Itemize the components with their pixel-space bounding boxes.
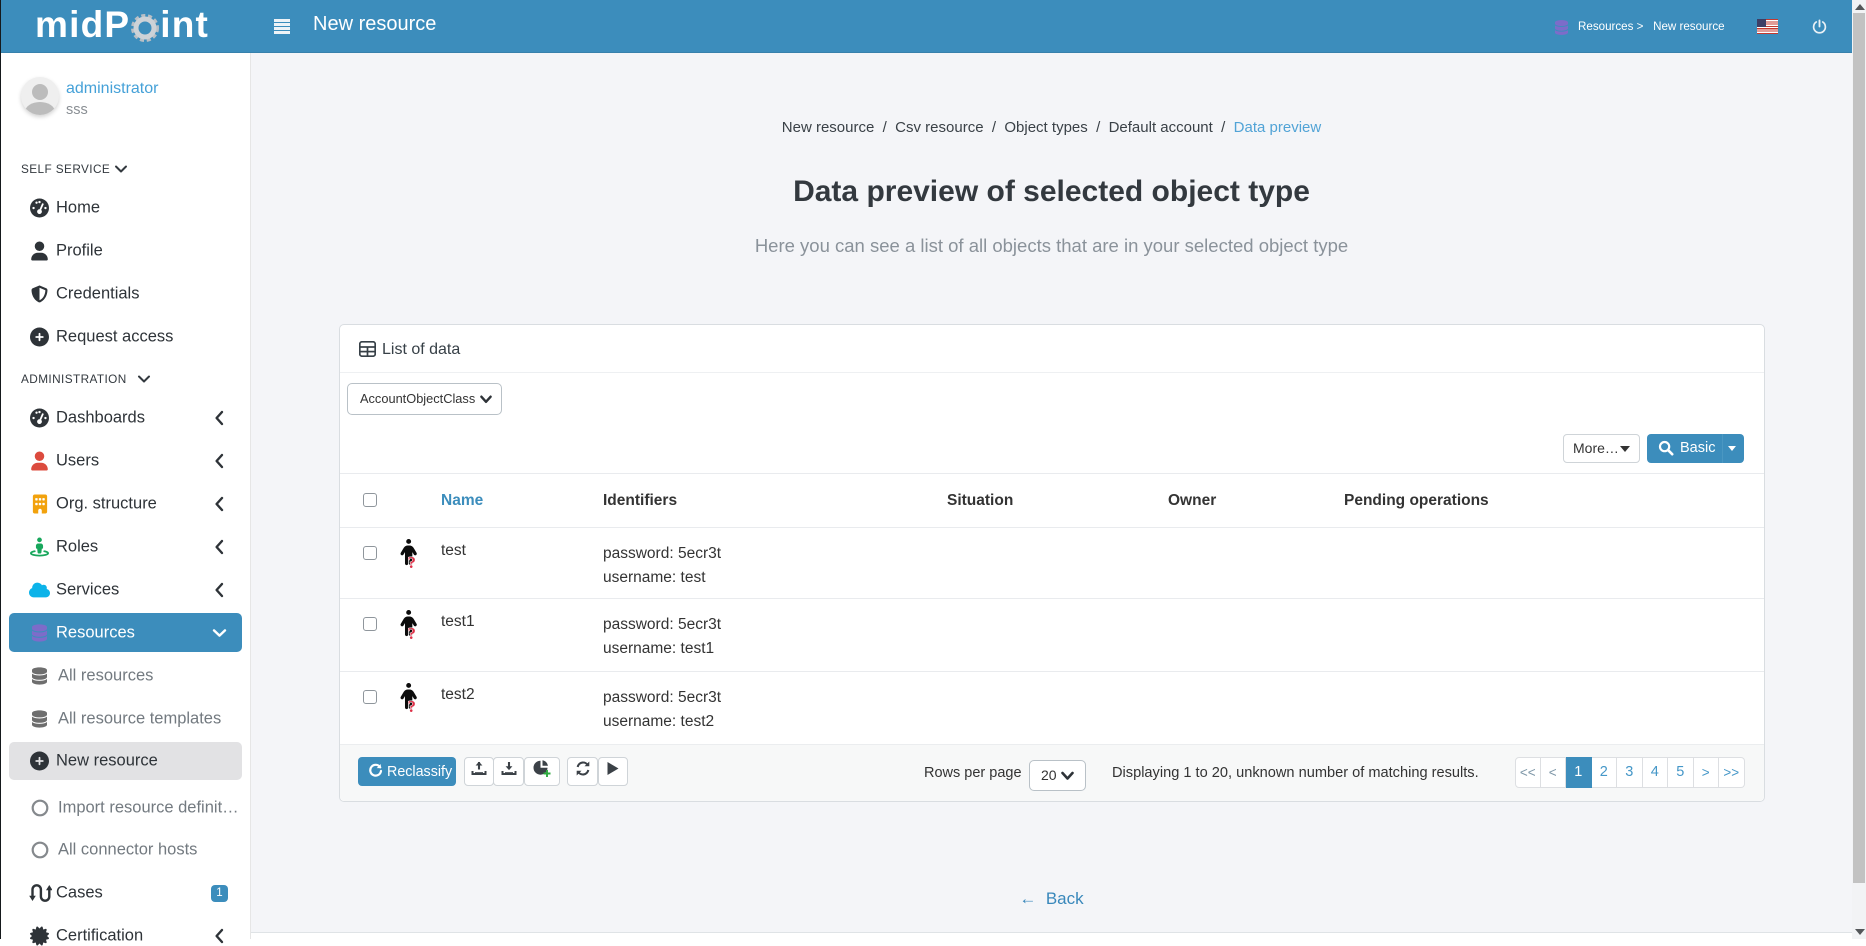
svg-text:?: ? bbox=[408, 553, 416, 572]
svg-text:?: ? bbox=[408, 697, 416, 716]
svg-text:?: ? bbox=[408, 624, 416, 643]
